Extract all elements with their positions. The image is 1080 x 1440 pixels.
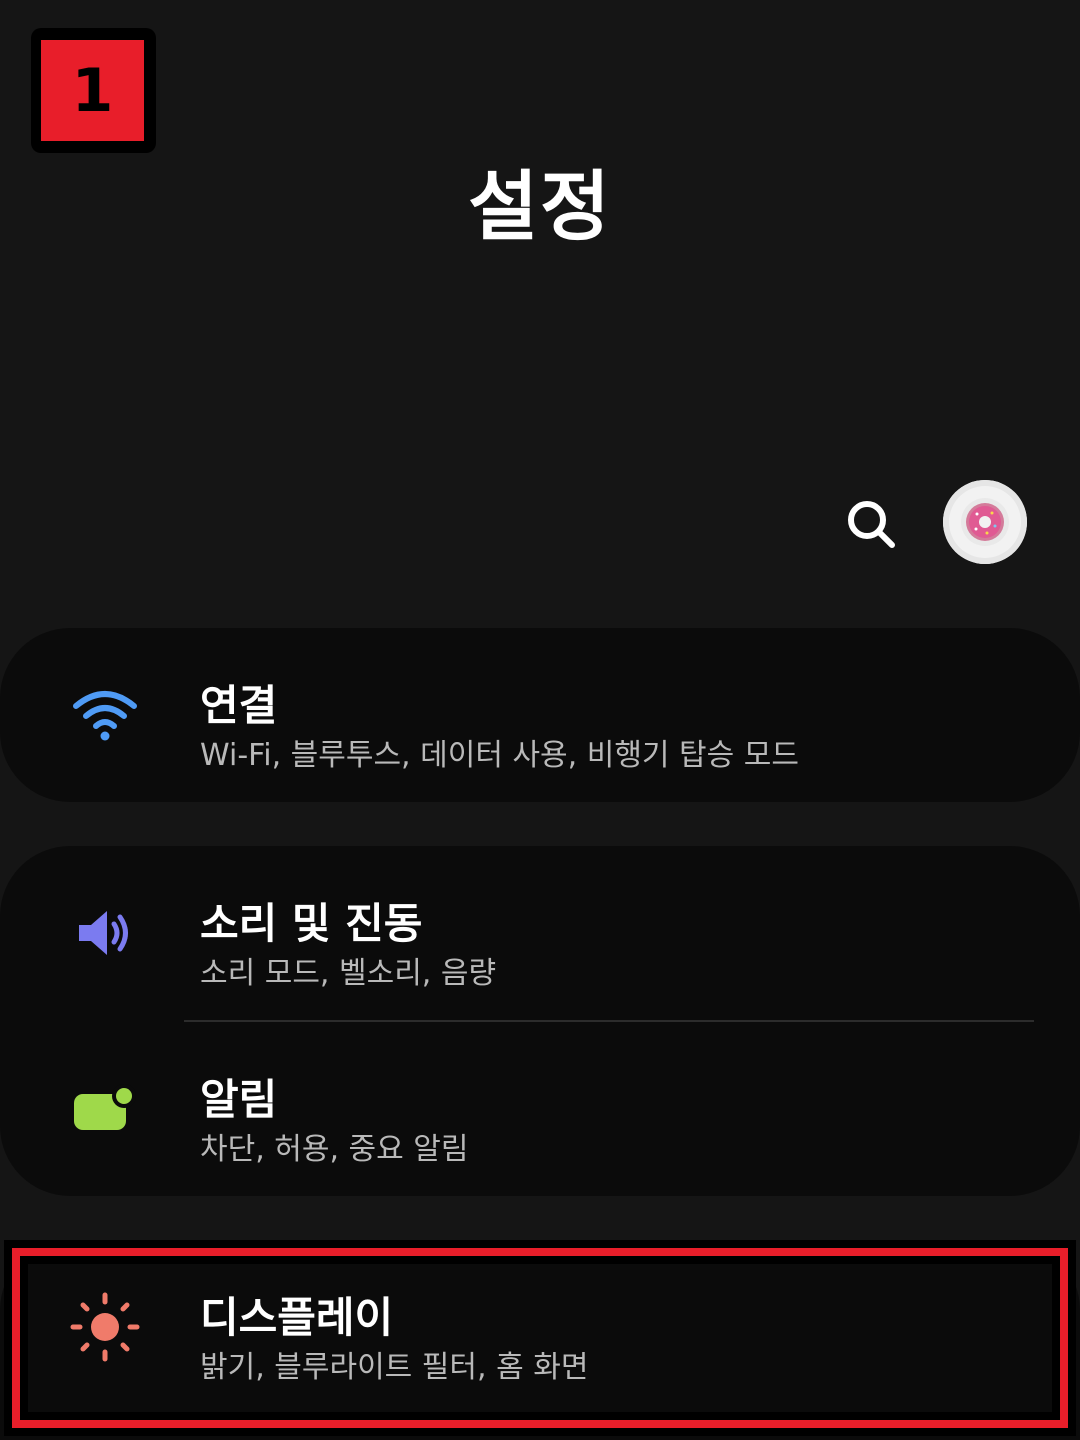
setting-subtitle: 차단, 허용, 중요 알림 [200,1132,469,1167]
setting-title: 소리 및 진동 [200,899,423,948]
step-number: 1 [41,40,144,141]
notification-icon [70,1074,140,1144]
page-title: 설정 [468,162,612,251]
search-button[interactable] [842,496,900,554]
step-badge: 1 [31,28,156,153]
setting-item-connections[interactable]: 연결 Wi-Fi, 블루투스, 데이터 사용, 비행기 탑승 모드 [0,628,1080,802]
speaker-icon [70,898,140,968]
profile-avatar[interactable] [943,480,1027,564]
search-icon [848,501,895,548]
wifi-icon [70,680,140,750]
setting-title: 알림 [200,1075,278,1124]
setting-title: 연결 [200,681,278,730]
setting-subtitle: Wi-Fi, 블루투스, 데이터 사용, 비행기 탑승 모드 [200,738,799,773]
setting-title: 디스플레이 [200,1293,394,1342]
sun-icon [70,1292,140,1362]
donut-avatar [961,498,1009,546]
setting-subtitle: 소리 모드, 벨소리, 음량 [200,956,497,991]
setting-subtitle: 밝기, 블루라이트 필터, 홈 화면 [200,1350,589,1385]
setting-item-display[interactable]: 디스플레이 밝기, 블루라이트 필터, 홈 화면 [0,1240,1080,1436]
setting-item-notifications[interactable]: 알림 차단, 허용, 중요 알림 [0,1022,1080,1196]
setting-item-sound[interactable]: 소리 및 진동 소리 모드, 벨소리, 음량 [0,846,1080,1021]
